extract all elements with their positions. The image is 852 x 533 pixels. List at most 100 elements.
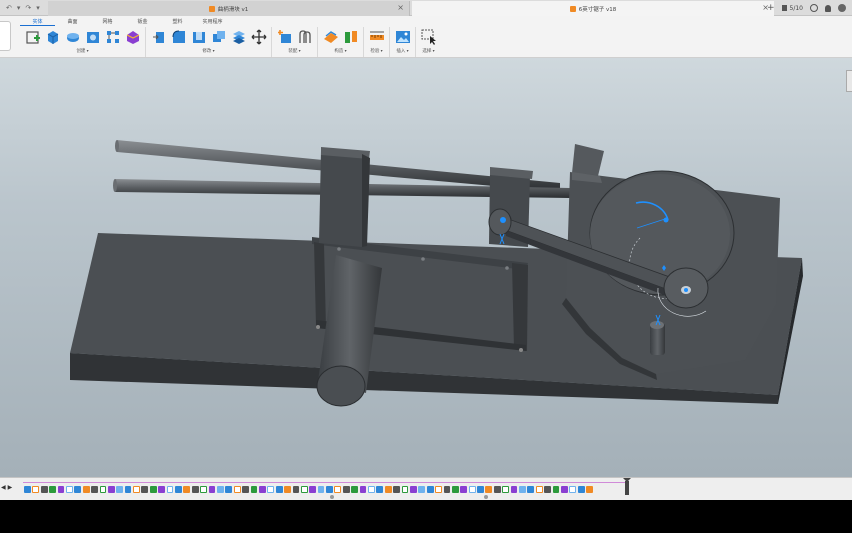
timeline-feature-icon[interactable] [250,485,258,493]
group-label-select[interactable]: 选择 [422,48,434,54]
viewcube-handle[interactable] [846,70,852,92]
timeline-feature-icon[interactable] [124,485,132,493]
timeline-feature-icon[interactable] [342,485,350,493]
new-component-icon[interactable] [276,29,293,46]
timeline-feature-icon[interactable] [435,485,442,493]
timeline-feature-icon[interactable] [300,485,308,493]
fillet-icon[interactable] [170,29,187,46]
tab-utilities[interactable]: 实用程序 [195,17,230,26]
redo-dropdown-icon[interactable]: ▾ [36,3,40,13]
timeline-feature-icon[interactable] [284,485,291,493]
insert-image-icon[interactable] [394,29,411,46]
timeline-feature-icon[interactable] [460,485,468,493]
model-render[interactable] [0,58,852,477]
midplane-icon[interactable] [342,29,359,46]
press-pull-icon[interactable] [150,29,167,46]
revolve-icon[interactable] [64,29,81,46]
timeline-feature-icon[interactable] [65,485,73,493]
timeline-feature-icon[interactable] [334,485,342,493]
timeline-feature-icon[interactable] [510,485,518,493]
timeline-feature-icon[interactable] [368,485,375,493]
timeline-feature-icon[interactable] [24,485,31,493]
timeline-feature-icon[interactable] [292,485,300,493]
redo-icon[interactable]: ↷ [25,3,31,13]
pattern-icon[interactable] [104,29,121,46]
close-icon[interactable]: × [397,3,404,12]
timeline-feature-icon[interactable] [443,485,451,493]
timeline-feature-icon[interactable] [225,485,233,493]
timeline-feature-icon[interactable] [317,485,325,493]
timeline-feature-icon[interactable] [577,485,585,493]
move-icon[interactable] [250,29,267,46]
timeline-feature-icon[interactable] [426,485,434,493]
timeline-feature-icon[interactable] [149,485,157,493]
timeline-feature-icon[interactable] [208,485,216,493]
timeline-feature-icon[interactable] [502,485,510,493]
timeline-feature-icon[interactable] [74,485,82,493]
timeline-feature-icon[interactable] [384,485,392,493]
timeline-feature-icon[interactable] [40,485,48,493]
timeline-feature-icon[interactable] [485,485,493,493]
tab-mesh[interactable]: 网格 [90,17,125,26]
timeline-feature-icon[interactable] [275,485,283,493]
timeline-feature-icon[interactable] [326,485,333,493]
tab-plastic[interactable]: 塑料 [160,17,195,26]
help-icon[interactable] [838,4,846,12]
timeline-feature-icon[interactable] [527,485,535,493]
undo-icon[interactable]: ↶ [6,3,12,13]
canvas-viewport[interactable] [0,58,852,477]
timeline-feature-icon[interactable] [49,485,56,493]
timeline-feature-icon[interactable] [535,485,543,493]
timeline-feature-icon[interactable] [418,485,426,493]
timeline-feature-icon[interactable] [477,485,484,493]
timeline-feature-icon[interactable] [569,485,577,493]
extrude-icon[interactable] [44,29,61,46]
select-icon[interactable] [420,29,437,46]
group-label-construct[interactable]: 构造 [334,48,346,54]
timeline-feature-icon[interactable] [401,485,409,493]
timeline-feature-icon[interactable] [544,485,552,493]
document-tab-crank-slider[interactable]: 曲柄滑块 v1 × [48,1,410,16]
timeline-feature-icon[interactable] [359,485,367,493]
timeline-feature-icon[interactable] [91,485,98,493]
timeline-feature-icon[interactable] [166,485,174,493]
group-label-create[interactable]: 创建 [76,48,88,54]
motor-cylinder[interactable] [650,321,665,355]
timeline-feature-icon[interactable] [493,485,501,493]
joint-icon[interactable] [296,29,313,46]
timeline-feature-icon[interactable] [116,485,124,493]
timeline-back-icon[interactable]: ◀ [1,484,6,491]
new-tab-icon[interactable]: + [767,3,775,13]
timeline-feature-icon[interactable] [561,485,568,493]
timeline-track[interactable] [23,482,629,495]
offset-face-icon[interactable] [230,29,247,46]
group-label-inspect[interactable]: 检验 [370,48,382,54]
timeline-feature-icon[interactable] [267,485,275,493]
timeline-feature-icon[interactable] [175,485,182,493]
timeline-feature-icon[interactable] [216,485,224,493]
tab-surface[interactable]: 曲面 [55,17,90,26]
timeline-marker[interactable] [623,478,631,495]
timeline-feature-icon[interactable] [451,485,459,493]
left-bearing-block[interactable] [319,147,370,247]
tab-sheet-metal[interactable]: 钣金 [125,17,160,26]
timeline-feature-icon[interactable] [183,485,191,493]
timeline-feature-icon[interactable] [409,485,417,493]
shell-icon[interactable] [190,29,207,46]
timeline-feature-icon[interactable] [376,485,384,493]
timeline-feature-icon[interactable] [233,485,241,493]
timeline-feature-icon[interactable] [191,485,199,493]
timeline-feature-icon[interactable] [141,485,149,493]
measure-icon[interactable] [368,29,385,46]
timeline-feature-icon[interactable] [519,485,526,493]
timeline-feature-icon[interactable] [242,485,249,493]
form-icon[interactable] [124,29,141,46]
job-status[interactable]: 5/10 [781,5,803,12]
timeline-feature-icon[interactable] [158,485,166,493]
timeline-feature-icon[interactable] [200,485,207,493]
timeline-feature-icon[interactable] [99,485,107,493]
timeline-feature-icon[interactable] [107,485,115,493]
offset-plane-icon[interactable] [322,29,339,46]
timeline-feature-icon[interactable] [82,485,90,493]
group-label-modify[interactable]: 修改 [202,48,214,54]
